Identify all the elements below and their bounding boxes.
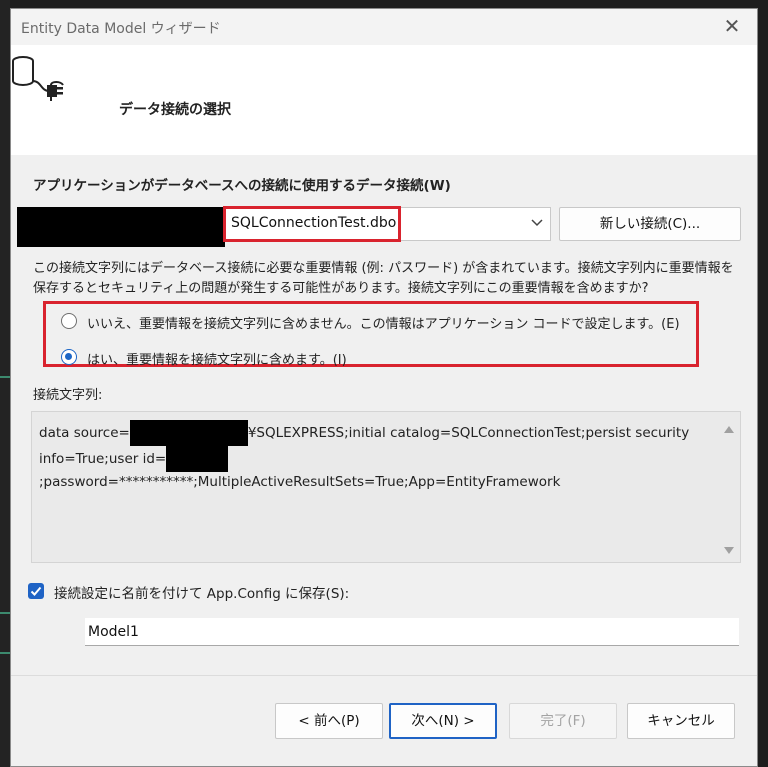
redacted-server-name (17, 207, 225, 247)
data-connection-label: アプリケーションがデータベースへの接続に使用するデータ接続(W) (33, 178, 451, 194)
close-icon[interactable]: ✕ (721, 15, 743, 37)
database-connection-icon (11, 51, 69, 103)
sensitive-info-warning: この接続文字列にはデータベース接続に必要な重要情報 (例: パスワード) が含ま… (33, 261, 734, 296)
editor-line-mark (0, 652, 10, 654)
redacted-data-source (129, 420, 248, 446)
scroll-up-arrow-icon[interactable] (724, 422, 734, 433)
radio-button-unchecked[interactable] (61, 313, 77, 329)
connection-string-part3: ;password=***********;MultipleActiveResu… (39, 474, 561, 490)
background-editor-strip (0, 0, 10, 767)
save-config-checkbox[interactable] (28, 583, 44, 599)
back-button[interactable]: < 前へ(P) (275, 703, 383, 739)
wizard-header: データ接続の選択 (11, 45, 757, 155)
title-bar: Entity Data Model ウィザード ✕ (11, 9, 757, 45)
editor-line-mark (0, 376, 10, 378)
window-title: Entity Data Model ウィザード (21, 21, 221, 37)
connection-string-part1: data source= (39, 425, 130, 441)
footer-divider (11, 675, 757, 676)
highlight-box-connection (223, 206, 401, 242)
page-title: データ接続の選択 (119, 102, 231, 118)
radio-label-exclude: いいえ、重要情報を接続文字列に含めません。この情報はアプリケーション コードで設… (87, 317, 680, 332)
chevron-down-icon (530, 215, 544, 229)
connection-string-label: 接続文字列: (33, 388, 103, 403)
scroll-down-arrow-icon[interactable] (724, 544, 734, 554)
connection-string-box[interactable]: data source= ¥SQLEXPRESS;initial catalog=… (31, 411, 741, 563)
radio-button-checked[interactable] (61, 349, 77, 365)
finish-button[interactable]: 完了(F) (509, 703, 617, 739)
connection-string-text: data source= ¥SQLEXPRESS;initial catalog=… (39, 420, 709, 493)
save-config-label: 接続設定に名前を付けて App.Config に保存(S): (54, 586, 350, 602)
connection-name-input[interactable] (85, 618, 739, 646)
next-button[interactable]: 次へ(N) > (389, 703, 497, 739)
new-connection-button[interactable]: 新しい接続(C)... (559, 207, 741, 241)
entity-data-model-wizard-dialog: Entity Data Model ウィザード ✕ データ接続の選択 アプリケー… (10, 8, 758, 767)
radio-label-include: はい、重要情報を接続文字列に含めます。(I) (87, 353, 347, 368)
wizard-body: アプリケーションがデータベースへの接続に使用するデータ接続(W) SQLConn… (11, 155, 757, 675)
redacted-user-id (166, 446, 229, 472)
cancel-button[interactable]: キャンセル (627, 703, 735, 739)
editor-line-mark (0, 612, 10, 614)
